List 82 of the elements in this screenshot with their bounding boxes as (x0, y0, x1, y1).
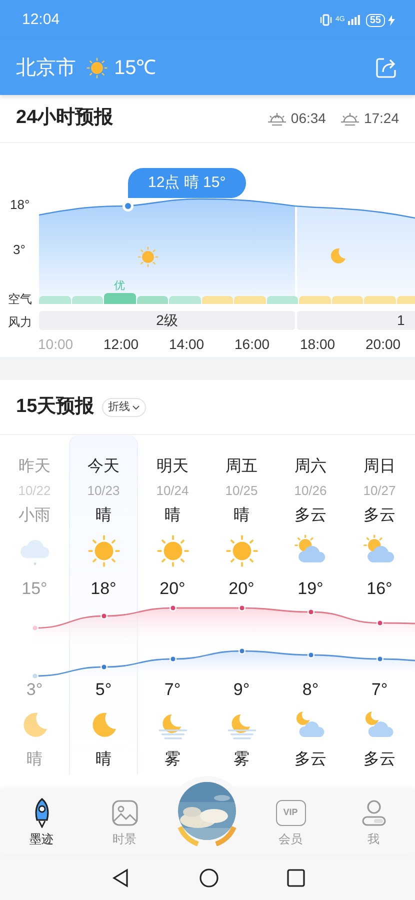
wind-label: 风力 (8, 314, 32, 331)
day-column[interactable]: 周六 10/26 多云 19° 8° 多云 (276, 435, 345, 775)
hour-time: 20:00 (366, 335, 402, 354)
low-temperature: 8° (302, 679, 319, 701)
day-date: 10/24 (156, 482, 189, 500)
day-column[interactable]: 明天 10/24 晴 20° 7° 雾 (138, 435, 207, 775)
day-name: 周五 (226, 457, 258, 477)
day-name: 昨天 (18, 457, 50, 477)
day-date: 10/23 (87, 482, 120, 500)
section-title: 15天预报 (16, 394, 94, 419)
low-temperature: 7° (371, 679, 388, 701)
charging-icon (388, 14, 395, 26)
high-temperature: 18° (90, 578, 116, 600)
low-temperature: 3° (26, 679, 43, 701)
low-temperature: 5° (95, 679, 112, 701)
high-temperature: 19° (298, 578, 324, 600)
moon-icon (328, 246, 348, 266)
day-name: 周六 (294, 456, 326, 477)
day-date: 10/26 (294, 482, 327, 500)
high-temperature: 15° (22, 578, 48, 600)
wind-level: 2级 (39, 311, 295, 330)
high-temperature: 16° (366, 578, 392, 600)
day-weather: 多云 (364, 506, 396, 526)
day-weather: 多云 (294, 506, 326, 526)
vip-badge: VIP (276, 800, 306, 826)
sun-icon (224, 534, 258, 568)
max-temperature-label: 18° (10, 196, 30, 214)
air-label: 空气 (8, 291, 32, 308)
vibrate-icon (318, 14, 333, 26)
home-button[interactable] (198, 868, 218, 888)
day-name: 明天 (156, 457, 188, 477)
caret-icon (132, 404, 140, 410)
day-weather: 晴 (96, 506, 112, 526)
signal-icon (348, 15, 360, 25)
selected-point (122, 200, 134, 212)
nav-tab[interactable]: 墨迹 (0, 790, 83, 855)
night-weather: 晴 (96, 750, 112, 770)
hour-tooltip: 12点 晴 15° (128, 168, 246, 198)
night-weather: 多云 (294, 750, 326, 770)
hour-time: 14:00 (169, 335, 206, 354)
night-weather: 多云 (364, 750, 396, 770)
sun-icon (86, 534, 120, 568)
current-temperature: 15℃ (114, 56, 156, 80)
day-name: 今天 (88, 457, 120, 477)
back-button[interactable] (110, 868, 130, 888)
high-temperature: 20° (228, 578, 254, 600)
chart-mode-dropdown[interactable]: 折线 (102, 398, 146, 416)
day-name: 周日 (364, 457, 396, 477)
sun-icon (86, 56, 108, 78)
day-column[interactable]: 周日 10/27 多云 16° 7° 多云 (345, 435, 414, 775)
image-icon (110, 798, 138, 826)
sunset-icon (340, 112, 360, 126)
sun-icon (137, 246, 159, 268)
day-column[interactable]: 周五 10/25 晴 20° 9° 雾 (207, 435, 276, 775)
night-weather: 雾 (234, 750, 250, 770)
night-weather: 晴 (26, 750, 42, 770)
day-date: 10/27 (363, 482, 396, 500)
low-temperature: 9° (233, 679, 250, 701)
hour-time: 16:00 (234, 335, 271, 354)
hour-time: 12:00 (104, 335, 140, 354)
day-date: 10/25 (225, 482, 258, 500)
min-temperature-label: 3° (13, 241, 26, 259)
high-temperature: 20° (160, 578, 186, 600)
recents-button[interactable] (286, 868, 304, 886)
day-weather: 晴 (234, 506, 250, 526)
day-weather: 晴 (164, 506, 180, 526)
person-icon (360, 798, 388, 826)
night-weather: 雾 (164, 750, 180, 770)
sunrise-icon (266, 112, 287, 126)
hour-time: 18:00 (300, 335, 336, 354)
section-title: 24小时预报 (16, 106, 114, 130)
sunset-time: 17:24 (364, 109, 399, 128)
status-time: 12:04 (22, 10, 60, 30)
day-weather: 小雨 (18, 506, 50, 526)
wind-level: 1 (297, 311, 415, 330)
battery-indicator: 55 (366, 14, 385, 26)
air-quality-text: 优 (114, 279, 125, 294)
sun-icon (156, 534, 190, 568)
ring-icon (177, 824, 237, 846)
low-temperature: 7° (164, 679, 181, 701)
sunrise-time: 06:34 (290, 109, 326, 128)
hour-time: 10:00 (38, 335, 74, 354)
